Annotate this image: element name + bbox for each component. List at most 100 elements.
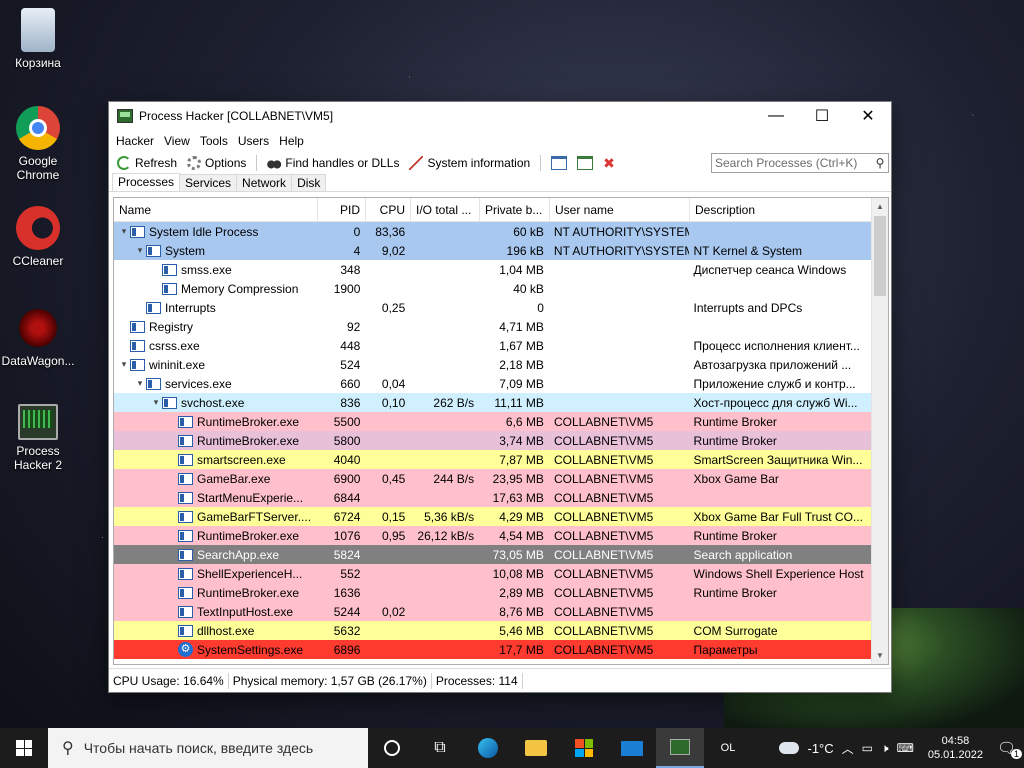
taskbar-edge[interactable]: [464, 728, 512, 768]
options-button[interactable]: Options: [183, 153, 250, 173]
taskbar-file-explorer[interactable]: [512, 728, 560, 768]
process-row[interactable]: StartMenuExperie... 6844 17,63 MB COLLABNET…: [114, 488, 871, 507]
process-row[interactable]: ▾ wininit.exe 524 2,18 MB Автозагрузка прило…: [114, 355, 871, 374]
clock[interactable]: 04:58 05.01.2022: [922, 734, 989, 762]
maximize-button[interactable]: ☐: [799, 102, 845, 130]
input-language-indicator[interactable]: OL: [704, 728, 752, 768]
terminate-button[interactable]: ✖: [599, 153, 619, 173]
network-icon[interactable]: ▭: [862, 741, 873, 755]
chevron-up-icon[interactable]: ︿: [842, 740, 854, 757]
process-row[interactable]: csrss.exe 448 1,67 MB Процесс исполнения кл…: [114, 336, 871, 355]
desktop-icon-ccleaner[interactable]: CCleaner: [0, 206, 76, 268]
process-row[interactable]: ShellExperienceH... 552 10,08 MB COLLABNET\…: [114, 564, 871, 583]
process-row[interactable]: ▾ svchost.exe 836 0,10 262 B/s 11,11 MB Хост-п…: [114, 393, 871, 412]
menu-help[interactable]: Help: [274, 134, 309, 148]
taskbar-store[interactable]: [560, 728, 608, 768]
process-row[interactable]: RuntimeBroker.exe 5800 3,74 MB COLLABNET\VM…: [114, 431, 871, 450]
process-row[interactable]: RuntimeBroker.exe 5500 6,6 MB COLLABNET\VM5…: [114, 412, 871, 431]
process-cpu-cell: 83,36: [375, 224, 406, 239]
desktop-icon-datawagon[interactable]: DataWagon...: [0, 306, 76, 368]
start-button[interactable]: [0, 728, 48, 768]
expand-chevron-icon[interactable]: ▾: [118, 359, 130, 370]
process-row[interactable]: ▾ System 4 9,02 196 kB NT AUTHORITY\SYSTEM NT …: [114, 241, 871, 260]
process-row[interactable]: TextInputHost.exe 5244 0,02 8,76 MB COLLABNE…: [114, 602, 871, 621]
expand-chevron-icon[interactable]: ▾: [118, 226, 130, 237]
expand-chevron-icon[interactable]: ▾: [150, 397, 162, 408]
column-name[interactable]: Name: [114, 198, 318, 221]
taskbar-mail[interactable]: [608, 728, 656, 768]
process-user-cell: NT AUTHORITY\SYSTEM: [553, 224, 689, 239]
find-handles-button[interactable]: Find handles or DLLs: [263, 153, 403, 173]
process-row[interactable]: GameBar.exe 6900 0,45 244 B/s 23,95 MB COLLAB…: [114, 469, 871, 488]
process-user-cell: COLLABNET\VM5: [553, 471, 654, 486]
expand-chevron-icon[interactable]: ▾: [134, 245, 146, 256]
process-row[interactable]: RuntimeBroker.exe 1076 0,95 26,12 kB/s 4,54 …: [114, 526, 871, 545]
column-description[interactable]: Description: [690, 198, 873, 221]
window-button[interactable]: [547, 153, 571, 173]
process-io-cell: [410, 583, 479, 602]
speaker-muted-icon[interactable]: 🕨: [881, 741, 889, 756]
scroll-down-icon[interactable]: ▼: [872, 647, 888, 664]
process-row[interactable]: SearchApp.exe 5824 73,05 MB COLLABNET\VM5 Se…: [114, 545, 871, 564]
desktop-icon-process-hacker[interactable]: Process Hacker 2: [0, 404, 76, 472]
process-row[interactable]: Interrupts 0,25 0 Interrupts and DPCs: [114, 298, 871, 317]
process-row[interactable]: smartscreen.exe 4040 7,87 MB COLLABNET\VM5 S…: [114, 450, 871, 469]
taskbar-search-box[interactable]: ⚲ Чтобы начать поиск, введите здесь: [48, 728, 368, 768]
tab-processes[interactable]: Processes: [112, 173, 181, 191]
refresh-button[interactable]: Refresh: [113, 153, 181, 173]
cortana-button[interactable]: [368, 728, 416, 768]
process-row[interactable]: ⚙ SystemSettings.exe 6896 17,7 MB COLLABNET\…: [114, 640, 871, 659]
process-pid-cell: 92: [346, 319, 361, 334]
find-window-button[interactable]: [573, 153, 597, 173]
process-priv-cell: 6,6 MB: [505, 414, 544, 429]
tab-services[interactable]: Services: [179, 174, 238, 191]
process-desc-cell: Runtime Broker: [693, 414, 777, 429]
process-row[interactable]: smss.exe 348 1,04 MB Диспетчер сеанса Windo…: [114, 260, 871, 279]
process-row[interactable]: dllhost.exe 5632 5,46 MB COLLABNET\VM5 COM S…: [114, 621, 871, 640]
keyboard-icon[interactable]: ⌨: [897, 741, 914, 755]
weather-temperature[interactable]: -1°C: [807, 741, 833, 756]
process-row[interactable]: RuntimeBroker.exe 1636 2,89 MB COLLABNET\VM…: [114, 583, 871, 602]
close-button[interactable]: ✕: [845, 102, 891, 130]
weather-icon[interactable]: [779, 742, 800, 754]
process-io-cell: [410, 450, 479, 469]
menu-tools[interactable]: Tools: [195, 134, 233, 148]
column-io-total[interactable]: I/O total ...: [411, 198, 480, 221]
scroll-thumb[interactable]: [874, 216, 886, 296]
search-processes-input[interactable]: Search Processes (Ctrl+K) ⚲: [711, 153, 889, 173]
vertical-scrollbar[interactable]: ▲ ▼: [871, 198, 888, 664]
column-user-name[interactable]: User name: [550, 198, 690, 221]
notification-center-button[interactable]: 🗨 1: [997, 739, 1022, 759]
process-desc-cell: [689, 488, 871, 507]
process-row[interactable]: Memory Compression 1900 40 kB: [114, 279, 871, 298]
process-pid-cell: 524: [340, 357, 361, 372]
tab-disk[interactable]: Disk: [291, 174, 327, 191]
scroll-up-icon[interactable]: ▲: [872, 198, 888, 215]
process-desc-cell: Interrupts and DPCs: [693, 300, 803, 315]
status-physical-memory: Physical memory: 1,57 GB (26.17%): [229, 672, 432, 689]
process-row[interactable]: GameBarFTServer.... 6724 0,15 5,36 kB/s 4,29…: [114, 507, 871, 526]
process-icon: [146, 244, 161, 257]
process-row[interactable]: Registry 92 4,71 MB: [114, 317, 871, 336]
process-tree-list[interactable]: Name PID CPU I/O total ... Private b... …: [113, 197, 889, 665]
menu-hacker[interactable]: Hacker: [111, 134, 159, 148]
process-row[interactable]: ▾ services.exe 660 0,04 7,09 MB Приложение сл…: [114, 374, 871, 393]
column-cpu[interactable]: CPU: [366, 198, 411, 221]
minimize-button[interactable]: —: [753, 102, 799, 130]
menu-view[interactable]: View: [159, 134, 195, 148]
taskbar-process-hacker[interactable]: [656, 728, 704, 768]
task-view-button[interactable]: ⧉: [416, 728, 464, 768]
column-pid[interactable]: PID: [318, 198, 366, 221]
title-bar[interactable]: Process Hacker [COLLABNET\VM5] — ☐ ✕: [109, 102, 891, 130]
process-row[interactable]: ▾ System Idle Process 0 83,36 60 kB NT AUTHOR…: [114, 222, 871, 241]
expand-chevron-icon[interactable]: ▾: [134, 378, 146, 389]
process-io-cell: [410, 602, 479, 621]
tab-network[interactable]: Network: [236, 174, 293, 191]
process-cpu-cell: [365, 640, 410, 659]
desktop-icon-chrome[interactable]: Google Chrome: [0, 106, 76, 182]
column-private-bytes[interactable]: Private b...: [480, 198, 550, 221]
system-information-button[interactable]: System information: [405, 153, 534, 173]
menu-users[interactable]: Users: [233, 134, 274, 148]
process-user-cell: COLLABNET\VM5: [553, 566, 654, 581]
desktop-icon-recycle-bin[interactable]: Корзина: [0, 8, 76, 70]
